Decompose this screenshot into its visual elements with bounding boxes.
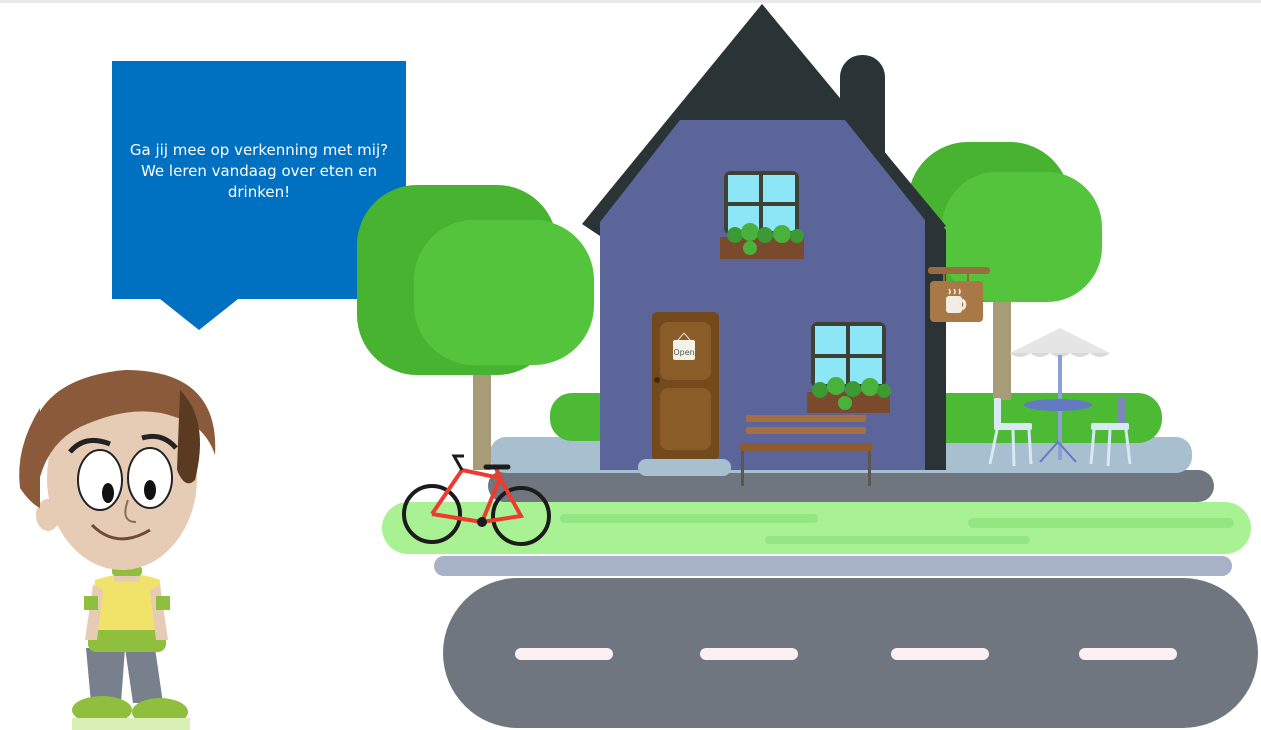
cartoon-boy xyxy=(19,370,216,730)
speech-line-1: Ga jij mee op verkenning met mij? xyxy=(129,141,389,159)
door-sign-text: Open xyxy=(673,348,694,357)
speech-bubble-text: Ga jij mee op verkenning met mij? We ler… xyxy=(112,140,406,203)
scene-illustration: Open xyxy=(19,4,1258,730)
upper-window xyxy=(720,171,804,259)
curb xyxy=(434,556,1232,576)
lower-window xyxy=(807,322,891,413)
speech-line-2: We leren vandaag over eten en xyxy=(140,162,378,180)
house xyxy=(582,4,946,476)
road xyxy=(443,578,1258,728)
grass-strip xyxy=(382,502,1251,554)
speech-line-3: drinken! xyxy=(227,183,291,201)
